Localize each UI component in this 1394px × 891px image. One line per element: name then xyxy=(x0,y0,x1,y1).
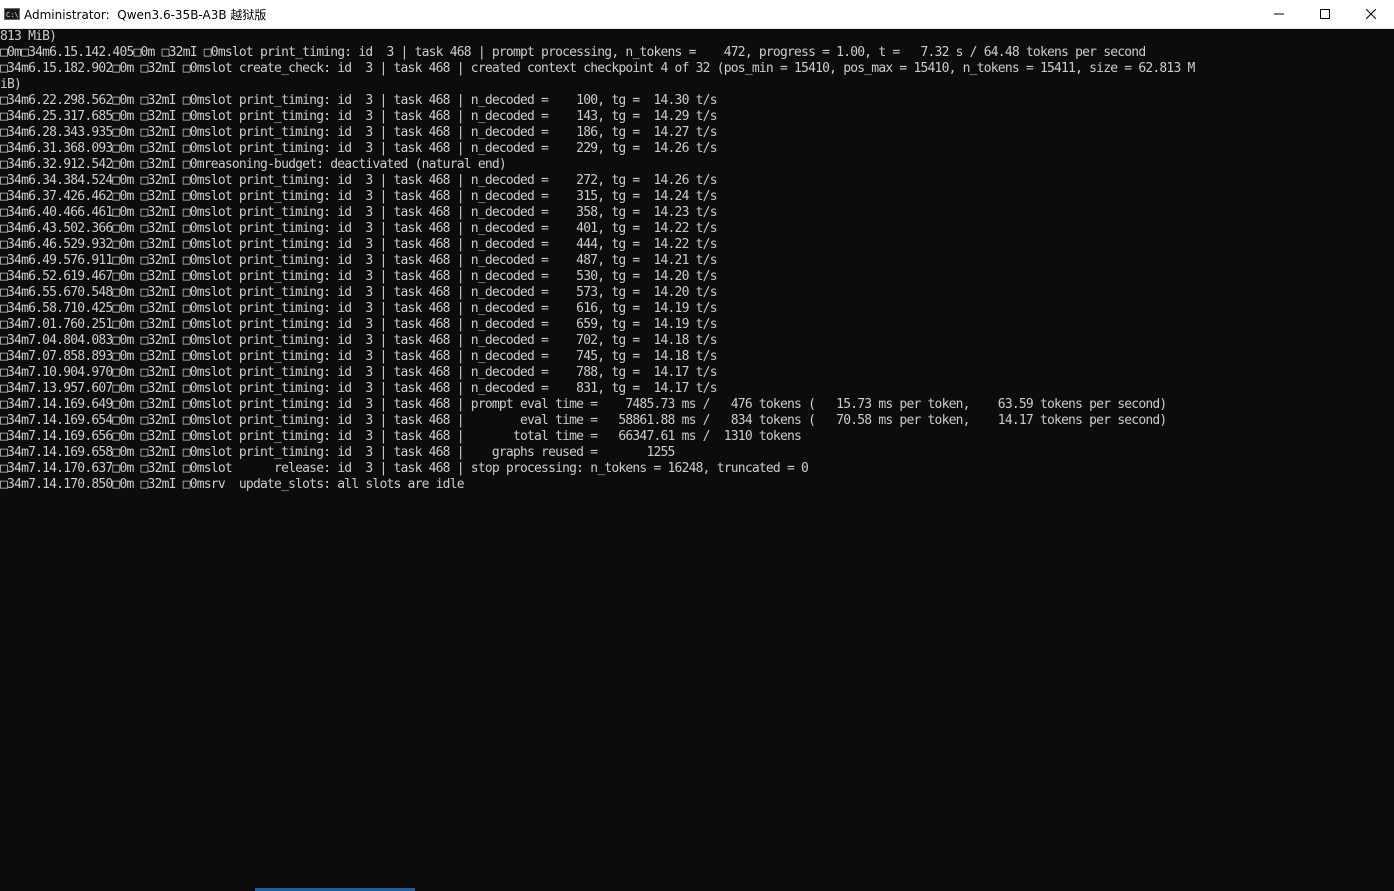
console-line: □34m6.37.426.462□0m □32mI □0mslot print_… xyxy=(0,189,718,204)
close-button[interactable] xyxy=(1348,0,1394,28)
console-line: □34m7.07.858.893□0m □32mI □0mslot print_… xyxy=(0,349,718,364)
console-line: □34m6.52.619.467□0m □32mI □0mslot print_… xyxy=(0,269,718,284)
console-line: □34m7.14.169.658□0m □32mI □0mslot print_… xyxy=(0,445,675,460)
console-line: □34m7.01.760.251□0m □32mI □0mslot print_… xyxy=(0,317,718,332)
console-line: □34m6.49.576.911□0m □32mI □0mslot print_… xyxy=(0,253,718,268)
console-line: □34m6.46.529.932□0m □32mI □0mslot print_… xyxy=(0,237,718,252)
console-line: □34m6.34.384.524□0m □32mI □0mslot print_… xyxy=(0,173,718,188)
console-line: □34m7.04.804.083□0m □32mI □0mslot print_… xyxy=(0,333,718,348)
console-line: □34m6.25.317.685□0m □32mI □0mslot print_… xyxy=(0,109,718,124)
console-line: □34m6.15.182.902□0m □32mI □0mslot create… xyxy=(0,61,1195,76)
console-output[interactable]: 813 MiB) □0m□34m6.15.142.405□0m □32mI □0m… xyxy=(0,29,1394,889)
console-line: □34m6.40.466.461□0m □32mI □0mslot print_… xyxy=(0,205,718,220)
console-line: 813 MiB) xyxy=(0,29,57,44)
window-controls xyxy=(1256,0,1394,28)
console-line: □34m6.32.912.542□0m □32mI □0mreasoning-b… xyxy=(0,157,507,172)
console-line: □0m□34m6.15.142.405□0m □32mI □0mslot pri… xyxy=(0,45,1146,60)
console-icon: C:\ xyxy=(4,8,20,20)
title-bar[interactable]: C:\ Administrator: Qwen3.6-35B-A3B 越狱版 xyxy=(0,0,1394,29)
console-line: □34m7.14.169.654□0m □32mI □0mslot print_… xyxy=(0,413,1167,428)
console-line: □34m7.14.170.850□0m □32mI □0msrv update_… xyxy=(0,477,465,492)
console-line: □34m6.28.343.935□0m □32mI □0mslot print_… xyxy=(0,125,718,140)
maximize-icon xyxy=(1320,9,1330,19)
console-line: □34m6.58.710.425□0m □32mI □0mslot print_… xyxy=(0,301,718,316)
console-line: □34m6.55.670.548□0m □32mI □0mslot print_… xyxy=(0,285,718,300)
console-line: □34m7.13.957.607□0m □32mI □0mslot print_… xyxy=(0,381,718,396)
console-line: □34m7.10.904.970□0m □32mI □0mslot print_… xyxy=(0,365,718,380)
window-title: Administrator: Qwen3.6-35B-A3B 越狱版 xyxy=(24,7,267,22)
console-line: □34m7.14.170.637□0m □32mI □0mslot releas… xyxy=(0,461,809,476)
console-window: C:\ Administrator: Qwen3.6-35B-A3B 越狱版 8… xyxy=(0,0,1394,891)
minimize-icon xyxy=(1274,13,1284,15)
console-line: □34m6.22.298.562□0m □32mI □0mslot print_… xyxy=(0,93,718,108)
maximize-button[interactable] xyxy=(1302,0,1348,28)
console-line: □34m7.14.169.656□0m □32mI □0mslot print_… xyxy=(0,429,802,444)
console-line: □34m6.43.502.366□0m □32mI □0mslot print_… xyxy=(0,221,718,236)
console-line: □34m6.31.368.093□0m □32mI □0mslot print_… xyxy=(0,141,718,156)
console-line: □34m7.14.169.649□0m □32mI □0mslot print_… xyxy=(0,397,1167,412)
console-line: iB) xyxy=(0,77,22,92)
close-icon xyxy=(1366,9,1376,19)
minimize-button[interactable] xyxy=(1256,0,1302,28)
